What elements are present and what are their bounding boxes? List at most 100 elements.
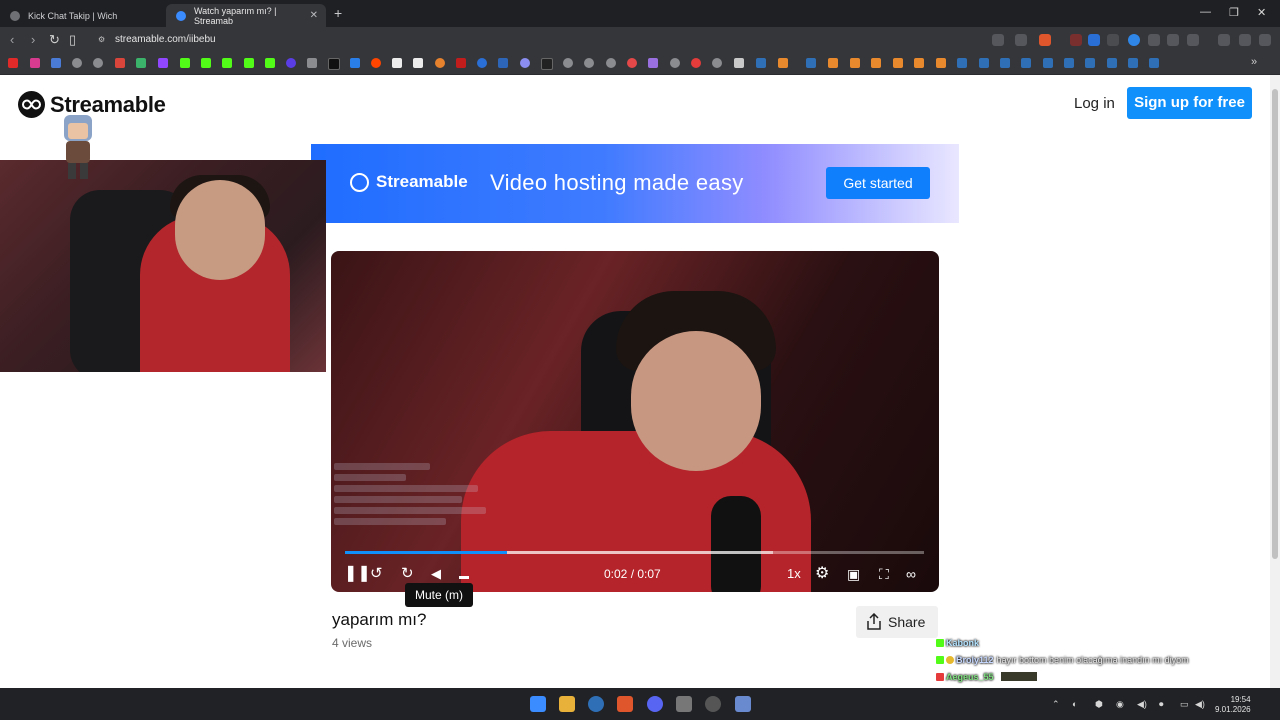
sidebar-icon[interactable] <box>1187 34 1199 46</box>
extension-icon[interactable] <box>1128 34 1140 46</box>
kick-icon[interactable] <box>180 58 190 68</box>
tab-kick-chat[interactable]: Kick Chat Takip | Wich <box>0 4 164 27</box>
bookmark-icon[interactable] <box>584 58 594 68</box>
steam-icon[interactable] <box>806 58 816 68</box>
bookmark-icon[interactable] <box>286 58 296 68</box>
bookmark-icon[interactable] <box>828 58 838 68</box>
bookmark-icon[interactable] <box>936 58 946 68</box>
extension-icon[interactable] <box>1148 34 1160 46</box>
folder-icon[interactable] <box>734 58 744 68</box>
kick-icon[interactable] <box>201 58 211 68</box>
progress-bar[interactable] <box>345 551 924 554</box>
site-info-icon[interactable]: ⚙ <box>98 35 105 44</box>
bookmark-icon[interactable] <box>72 58 82 68</box>
tray-app-icon[interactable]: ⬢ <box>1095 699 1103 710</box>
bookmark-icon[interactable] <box>477 58 487 68</box>
playback-speed-button[interactable]: 1x <box>787 566 801 581</box>
instagram-icon[interactable] <box>30 58 40 68</box>
kick-icon[interactable] <box>265 58 275 68</box>
close-window-button[interactable]: ✕ <box>1257 6 1266 19</box>
download-icon[interactable] <box>1218 34 1230 46</box>
brave-shields-icon[interactable] <box>1039 34 1051 46</box>
drive-icon[interactable] <box>136 58 146 68</box>
bookmark-icon[interactable] <box>712 58 722 68</box>
streamable-logo-icon[interactable]: ∞ <box>906 564 916 584</box>
forward-button[interactable]: › <box>31 32 35 47</box>
fullscreen-icon[interactable]: ⛶ <box>879 564 889 584</box>
pause-icon[interactable]: ❚❚ <box>344 564 371 584</box>
more-bookmarks-icon[interactable]: » <box>1251 56 1257 68</box>
settings-gear-icon[interactable]: ⚙ <box>815 564 829 584</box>
bookmark-icon[interactable] <box>392 58 402 68</box>
bookmark-icon[interactable] <box>627 58 637 68</box>
video-player[interactable]: ❚❚ ↺ ↻ ◀ ▬ 0:02 / 0:07 1x ⚙ ▣ ⛶ ∞ <box>331 251 939 592</box>
bookmark-icon[interactable] <box>691 58 701 68</box>
brave-icon[interactable] <box>617 696 633 712</box>
bookmark-icon[interactable] <box>778 58 788 68</box>
windows-start-icon[interactable] <box>530 696 546 712</box>
steam-icon[interactable] <box>756 58 766 68</box>
bookmark-icon[interactable] <box>893 58 903 68</box>
app-icon[interactable] <box>676 696 692 712</box>
tray-chevron-icon[interactable]: ⌃ <box>1052 699 1060 710</box>
media-icon[interactable] <box>1239 34 1251 46</box>
minimize-button[interactable]: — <box>1200 6 1211 18</box>
volume-icon[interactable]: ◀ <box>431 564 441 584</box>
bookmark-icon[interactable] <box>541 58 553 70</box>
bookmark-icon[interactable]: ▯ <box>69 32 76 48</box>
bookmark-icon[interactable] <box>670 58 680 68</box>
gmail-icon[interactable] <box>115 58 125 68</box>
extensions-puzzle-icon[interactable] <box>1167 34 1179 46</box>
restore-button[interactable]: ❐ <box>1229 6 1239 19</box>
bookmark-icon[interactable] <box>307 58 317 68</box>
bookmark-icon[interactable] <box>648 58 658 68</box>
signup-button[interactable]: Sign up for free <box>1127 87 1252 119</box>
extension-icon[interactable] <box>1088 34 1100 46</box>
forward-10-icon[interactable]: ↻ <box>401 564 414 584</box>
bookmark-icon[interactable] <box>914 58 924 68</box>
steam-icon[interactable] <box>1085 58 1095 68</box>
tray-steam-icon[interactable]: ◉ <box>1116 699 1124 710</box>
bookmark-icon[interactable] <box>51 58 61 68</box>
menu-icon[interactable] <box>1259 34 1271 46</box>
page-scrollbar[interactable] <box>1270 75 1280 688</box>
steam-icon[interactable] <box>1021 58 1031 68</box>
bookmark-icon[interactable] <box>871 58 881 68</box>
bookmark-icon[interactable] <box>435 58 445 68</box>
amazon-icon[interactable] <box>413 58 423 68</box>
tray-app-icon[interactable]: ◐ <box>1072 699 1077 709</box>
get-started-button[interactable]: Get started <box>826 167 930 199</box>
steam-icon[interactable] <box>957 58 967 68</box>
bookmark-icon[interactable] <box>93 58 103 68</box>
back-button[interactable]: ‹ <box>10 32 14 47</box>
picture-in-picture-icon[interactable]: ▣ <box>847 564 860 584</box>
monitor-icon[interactable]: ▭ <box>1180 699 1189 710</box>
steam-icon[interactable] <box>1128 58 1138 68</box>
extension-icon[interactable] <box>1107 34 1119 46</box>
rewind-10-icon[interactable]: ↺ <box>370 564 383 584</box>
bookmark-icon[interactable] <box>850 58 860 68</box>
bookmark-icon[interactable] <box>350 58 360 68</box>
close-tab-icon[interactable]: ✕ <box>310 10 318 21</box>
new-tab-button[interactable]: + <box>334 5 342 21</box>
steam-icon[interactable] <box>979 58 989 68</box>
system-clock[interactable]: 19:54 9.01.2026 <box>1215 695 1251 715</box>
speaker-icon[interactable]: ◀) <box>1137 699 1147 710</box>
bookmark-icon[interactable] <box>520 58 530 68</box>
volume-icon[interactable]: ◀) <box>1195 699 1205 710</box>
share-page-icon[interactable] <box>1015 34 1027 46</box>
share-button[interactable]: Share <box>856 606 938 638</box>
steam-icon[interactable] <box>1000 58 1010 68</box>
microphone-icon[interactable]: ⏺ <box>1159 699 1164 710</box>
promo-banner[interactable]: Streamable Video hosting made easy Get s… <box>311 144 959 223</box>
bookmark-icon[interactable] <box>456 58 466 68</box>
reddit-icon[interactable] <box>371 58 381 68</box>
bookmark-icon[interactable] <box>606 58 616 68</box>
bookmark-icon[interactable] <box>498 58 508 68</box>
file-explorer-icon[interactable] <box>559 696 575 712</box>
steam-icon[interactable] <box>1043 58 1053 68</box>
bookmark-icon[interactable] <box>563 58 573 68</box>
steam-icon[interactable] <box>1149 58 1159 68</box>
tab-streamable[interactable]: Watch yaparım mı? | Streamab ✕ <box>166 4 326 27</box>
youtube-icon[interactable] <box>8 58 18 68</box>
